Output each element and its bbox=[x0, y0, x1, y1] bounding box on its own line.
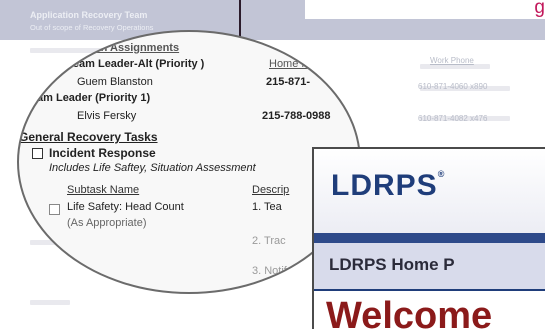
magnifier-lens: Team Position Assignments Team Leader-Al… bbox=[17, 30, 361, 294]
general-recovery-tasks-header: General Recovery Tasks bbox=[19, 130, 158, 144]
ldrps-browser-window: LDRPS® LDRPS Home P Welcome bbox=[312, 147, 545, 329]
ldrps-logo[interactable]: LDRPS® bbox=[331, 169, 445, 203]
task-description: Includes Life Saftey, Situation Assessme… bbox=[49, 162, 256, 174]
team-position-header: Team Position Assignments bbox=[33, 42, 180, 54]
callout-band: g bbox=[305, 0, 545, 19]
role-team-leader-alt: Team Leader-Alt (Priority ) bbox=[67, 58, 205, 70]
description-step-1: 1. Tea bbox=[252, 201, 282, 213]
blurred-work-phone-2: 610-871-4082 x476 bbox=[418, 114, 488, 123]
person-elvis-fersky: Elvis Fersky bbox=[77, 110, 137, 122]
ldrps-home-title-bar: LDRPS Home P bbox=[314, 243, 545, 291]
callout-text: g bbox=[534, 0, 545, 18]
trademark-symbol: ® bbox=[437, 169, 446, 179]
blurred-work-phone-1: 610-871-4060 x890 bbox=[418, 82, 488, 91]
description-step-3: 3. Notif bbox=[252, 265, 287, 277]
document-subtitle: Out of scope of Recovery Operations bbox=[30, 23, 154, 32]
ldrps-home-title: LDRPS Home P bbox=[329, 255, 455, 274]
ldrps-nav-stripe bbox=[314, 233, 545, 243]
ldrps-logo-text: LDRPS bbox=[331, 169, 438, 202]
home-phone-column: Home Phone bbox=[269, 58, 334, 70]
task-incident-response: Incident Response bbox=[49, 146, 156, 160]
work-phone-column: Work Phone bbox=[430, 56, 474, 65]
faded-line bbox=[30, 300, 70, 305]
description-step-2: 2. Trac bbox=[252, 235, 286, 247]
person-guem-blanston: Guem Blanston bbox=[77, 76, 153, 88]
subtask-name-column: Subtask Name bbox=[67, 184, 140, 196]
phone-alt: 215-871- bbox=[266, 76, 311, 88]
role-team-leader: Team Leader (Priority 1) bbox=[25, 92, 151, 104]
phone-leader: 215-788-0988 bbox=[262, 110, 331, 122]
subtask-note: (As Appropriate) bbox=[67, 217, 147, 229]
incident-response-checkbox[interactable] bbox=[32, 148, 43, 159]
ldrps-header: LDRPS® bbox=[314, 149, 545, 233]
subtask-life-safety: Life Safety: Head Count bbox=[67, 201, 184, 213]
welcome-heading: Welcome bbox=[326, 295, 493, 329]
subtask-checkbox[interactable] bbox=[49, 204, 60, 215]
document-title: Application Recovery Team bbox=[30, 10, 148, 20]
description-column: Descrip bbox=[252, 184, 290, 196]
